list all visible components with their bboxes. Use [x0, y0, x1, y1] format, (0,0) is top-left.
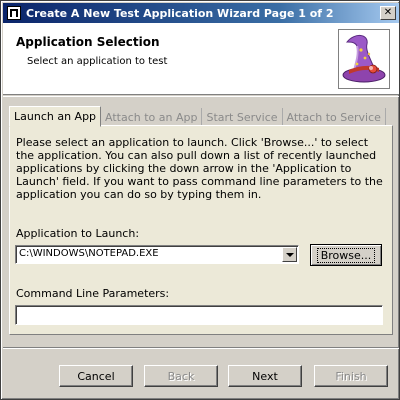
application-path-value: C:\WINDOWS\NOTEPAD.EXE — [19, 248, 159, 259]
app-icon — [7, 6, 21, 20]
command-line-parameters-label: Command Line Parameters: — [16, 287, 170, 300]
finish-button[interactable]: Finish — [314, 365, 388, 387]
cancel-button-label: Cancel — [77, 369, 115, 383]
tab-launch-an-app[interactable]: Launch an App — [9, 106, 102, 127]
back-button-label: Back — [167, 369, 195, 383]
command-line-parameters-input[interactable] — [15, 305, 383, 325]
tab-attach-to-an-app[interactable]: Attach to an App — [101, 108, 203, 126]
header-divider — [3, 96, 399, 97]
cancel-button[interactable]: Cancel — [59, 365, 133, 387]
finish-button-label: Finish — [335, 369, 367, 383]
wizard-window: Create A New Test Application Wizard Pag… — [0, 0, 400, 400]
browse-button[interactable]: Browse... — [310, 244, 382, 266]
tab-start-service[interactable]: Start Service — [202, 108, 283, 126]
tab-strip: Launch an App Attach to an App Start Ser… — [9, 106, 386, 127]
tab-attach-to-service[interactable]: Attach to Service — [282, 108, 386, 126]
window-title: Create A New Test Application Wizard Pag… — [26, 6, 334, 20]
instructions-text: Please select an application to launch. … — [16, 136, 383, 201]
wizard-hat-icon — [338, 29, 390, 89]
application-to-launch-label: Application to Launch: — [16, 227, 140, 240]
back-button[interactable]: Back — [144, 365, 218, 387]
launch-tab-panel: Please select an application to launch. … — [9, 125, 393, 335]
footer-divider-highlight — [3, 348, 399, 349]
close-button[interactable]: ✕ — [380, 6, 396, 20]
page-title: Application Selection — [16, 35, 160, 49]
page-subtitle: Select an application to test — [27, 56, 168, 67]
next-button[interactable]: Next — [228, 365, 302, 387]
close-icon: ✕ — [383, 7, 393, 18]
application-to-launch-combo[interactable]: C:\WINDOWS\NOTEPAD.EXE — [15, 245, 299, 264]
chevron-down-icon[interactable] — [282, 247, 297, 262]
next-button-label: Next — [252, 369, 278, 383]
title-bar[interactable]: Create A New Test Application Wizard Pag… — [3, 3, 399, 23]
wizard-header: Application Selection Select an applicat… — [3, 23, 399, 95]
browse-button-label: Browse... — [316, 247, 376, 263]
